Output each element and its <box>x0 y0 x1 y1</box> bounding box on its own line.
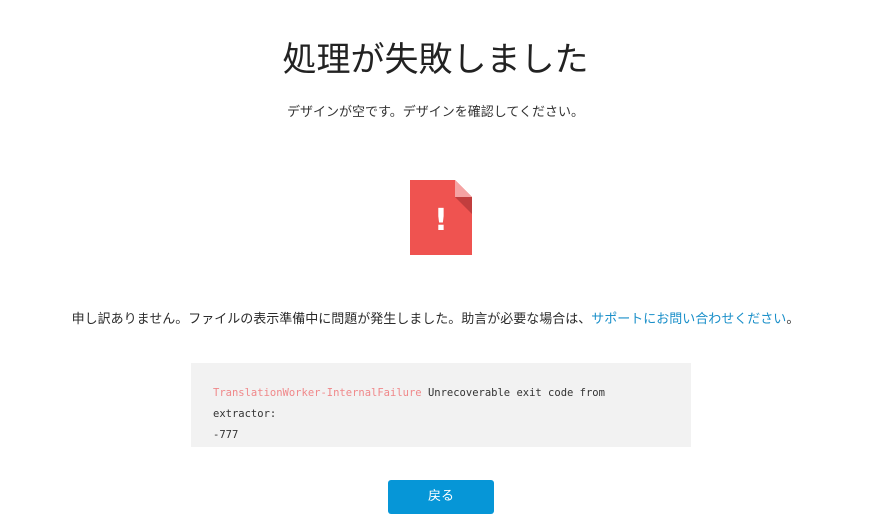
error-message-end: 。 <box>786 312 800 327</box>
error-detail-box: TranslationWorker-InternalFailure Unreco… <box>191 363 691 447</box>
page-title: 処理が失敗しました <box>282 40 589 80</box>
error-message-text: 申し訳ありません。ファイルの表示準備中に問題が発生しました。助言が必要な場合は、 <box>71 312 592 327</box>
error-page: 処理が失敗しました デザインが空です。デザインを確認してください。 ! 申し訳あ… <box>0 0 871 531</box>
error-message: 申し訳ありません。ファイルの表示準備中に問題が発生しました。助言が必要な場合は、… <box>0 310 871 330</box>
error-name: TranslationWorker-InternalFailure <box>213 387 422 399</box>
page-subtitle: デザインが空です。デザインを確認してください。 <box>287 105 584 120</box>
error-code: -777 <box>213 429 239 441</box>
exclamation-icon: ! <box>434 203 448 238</box>
back-button[interactable]: 戻る <box>388 480 494 514</box>
file-fold-icon <box>455 180 472 197</box>
contact-support-link[interactable]: サポートにお問い合わせください <box>591 312 786 327</box>
file-error-icon: ! <box>410 180 472 255</box>
